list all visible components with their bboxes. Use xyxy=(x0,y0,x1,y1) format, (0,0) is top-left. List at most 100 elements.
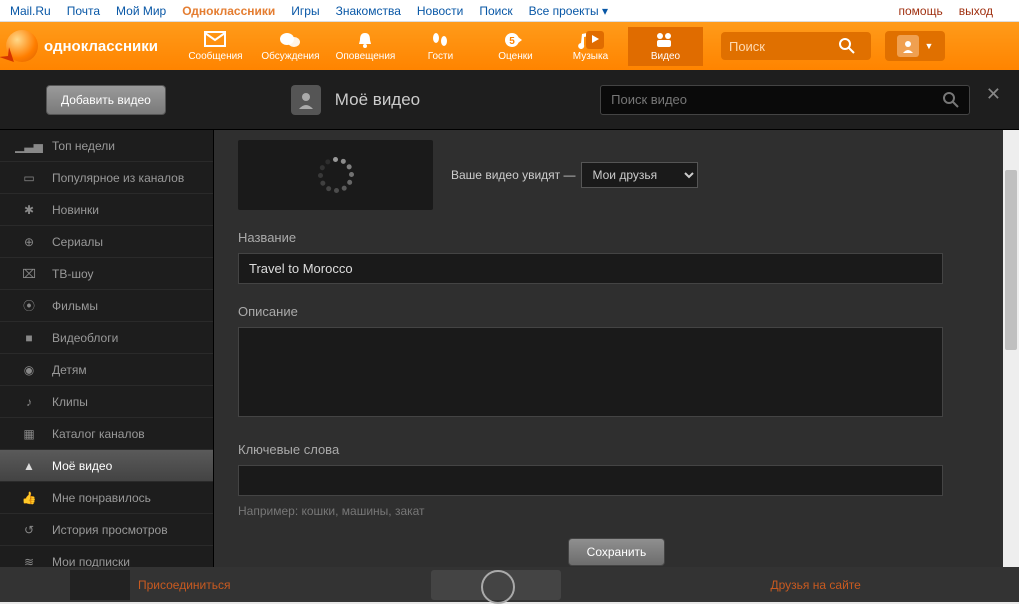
topbar-link-news[interactable]: Новости xyxy=(417,4,463,18)
nav-ratings[interactable]: 5 Оценки xyxy=(478,27,553,66)
nav-label: Оповещения xyxy=(336,51,396,62)
note-icon: ♪ xyxy=(18,395,40,409)
topbar-link-dating[interactable]: Знакомства xyxy=(336,4,401,18)
sidebar-label: Популярное из каналов xyxy=(52,171,184,185)
sidebar-item-history[interactable]: ↺ История просмотров xyxy=(0,514,213,546)
scrollbar[interactable] xyxy=(1003,130,1019,602)
upload-thumbnail xyxy=(238,140,433,210)
topbar-link-mymir[interactable]: Мой Мир xyxy=(116,4,166,18)
topbar-link-ok[interactable]: Одноклассники xyxy=(182,4,275,18)
desc-input[interactable] xyxy=(238,327,943,417)
tags-hint: Например: кошки, машины, закат xyxy=(238,504,995,518)
chart-icon: ▁▃▅ xyxy=(18,139,40,153)
sidebar-item-tvshow[interactable]: ⌧ТВ-шоу xyxy=(0,258,213,290)
main-header: одноклассники Сообщения Обсуждения Опове… xyxy=(0,22,1019,70)
topbar-link-games[interactable]: Игры xyxy=(291,4,319,18)
nav-label: Видео xyxy=(651,51,680,62)
nav-messages[interactable]: Сообщения xyxy=(178,27,253,66)
sidebar-label: Моё видео xyxy=(52,459,112,473)
chevron-down-icon: ▼ xyxy=(925,41,934,51)
tags-input[interactable] xyxy=(238,465,943,496)
person-icon: ▲ xyxy=(18,459,40,473)
join-link[interactable]: Присоединиться xyxy=(138,578,231,592)
sidebar-item-series[interactable]: ⊕Сериалы xyxy=(0,226,213,258)
sidebar-item-movies[interactable]: ⦿Фильмы xyxy=(0,290,213,322)
topbar-link-search[interactable]: Поиск xyxy=(479,4,512,18)
chat-icon xyxy=(279,31,301,49)
header-search[interactable] xyxy=(721,32,871,60)
name-input[interactable] xyxy=(238,253,943,284)
desc-label: Описание xyxy=(238,304,995,319)
grid-icon: ▦ xyxy=(18,427,40,441)
nav-video[interactable]: Видео xyxy=(628,27,703,66)
balloon-icon: ◉ xyxy=(18,363,40,377)
play-icon xyxy=(586,31,604,49)
clock-icon: ↺ xyxy=(18,523,40,537)
video-search-input[interactable] xyxy=(611,92,943,107)
sidebar-label: Сериалы xyxy=(52,235,103,249)
background-content: Присоединиться Друзья на сайте xyxy=(0,567,1019,602)
sidebar-label: Клипы xyxy=(52,395,88,409)
save-button[interactable]: Сохранить xyxy=(568,538,666,566)
sidebar-label: Детям xyxy=(52,363,87,377)
svg-text:5: 5 xyxy=(510,36,516,47)
sidebar-item-catalog[interactable]: ▦ Каталог каналов xyxy=(0,418,213,450)
tags-label: Ключевые слова xyxy=(238,442,995,457)
nav-label: Обсуждения xyxy=(261,51,319,62)
nav-music[interactable]: Музыка xyxy=(553,27,628,66)
video-overlay: Добавить видео Моё видео ✕ ▁▃▅ Топ недели… xyxy=(0,70,1019,602)
close-icon[interactable]: ✕ xyxy=(986,84,1001,105)
video-search[interactable] xyxy=(600,85,970,115)
logo-icon xyxy=(6,30,38,62)
nav-label: Сообщения xyxy=(188,51,242,62)
page-title: Моё видео xyxy=(335,90,420,110)
friends-online: Друзья на сайте xyxy=(771,578,861,592)
sidebar-item-kids[interactable]: ◉ Детям xyxy=(0,354,213,386)
user-menu[interactable]: ▼ xyxy=(885,31,945,61)
sidebar-item-clips[interactable]: ♪ Клипы xyxy=(0,386,213,418)
user-icon xyxy=(291,85,321,115)
topbar-link-mailru[interactable]: Mail.Ru xyxy=(10,4,51,18)
topbar-exit[interactable]: выход xyxy=(959,4,993,18)
footprints-icon xyxy=(429,31,451,49)
visibility-select[interactable]: Мои друзья xyxy=(581,162,698,188)
sidebar-label: История просмотров xyxy=(52,523,168,537)
sidebar-item-top-week[interactable]: ▁▃▅ Топ недели xyxy=(0,130,213,162)
sidebar-label: Топ недели xyxy=(52,139,115,153)
thumb-icon: 👍 xyxy=(18,491,40,505)
loading-spinner-icon xyxy=(318,157,354,193)
sidebar-item-vlogs[interactable]: ■Видеоблоги xyxy=(0,322,213,354)
sidebar-label: Видеоблоги xyxy=(52,331,118,345)
topbar-link-mail[interactable]: Почта xyxy=(67,4,100,18)
mailru-topbar: Mail.Ru Почта Мой Мир Одноклассники Игры… xyxy=(0,0,1019,22)
nav-label: Оценки xyxy=(498,51,532,62)
sidebar-item-liked[interactable]: 👍 Мне понравилось xyxy=(0,482,213,514)
nav-notifications[interactable]: Оповещения xyxy=(328,27,403,66)
sidebar-item-popular[interactable]: ▭ Популярное из каналов xyxy=(0,162,213,194)
film-icon: ▭ xyxy=(18,171,40,185)
sidebar-item-my-video[interactable]: ▲ Моё видео xyxy=(0,450,213,482)
video-sidebar: ▁▃▅ Топ недели ▭ Популярное из каналов ✱Но… xyxy=(0,130,214,602)
topbar-link-projects[interactable]: Все проекты ▾ xyxy=(529,4,608,18)
visibility-label: Ваше видео увидят — xyxy=(451,168,575,182)
video-edit-form: Ваше видео увидят — Мои друзья Название … xyxy=(214,130,1019,602)
rating-icon: 5 xyxy=(504,31,526,49)
sidebar-label: ТВ-шоу xyxy=(52,267,94,281)
nav-discussions[interactable]: Обсуждения xyxy=(253,27,328,66)
sidebar-label: Каталог каналов xyxy=(52,427,145,441)
header-search-input[interactable] xyxy=(729,39,839,54)
sidebar-label: Мне понравилось xyxy=(52,491,151,505)
bg-thumb xyxy=(70,570,130,600)
logo[interactable]: одноклассники xyxy=(6,30,158,62)
envelope-icon xyxy=(204,31,226,49)
name-label: Название xyxy=(238,230,995,245)
sidebar-item-new[interactable]: ✱Новинки xyxy=(0,194,213,226)
bg-video-preview xyxy=(431,570,561,600)
topbar-help[interactable]: помощь xyxy=(898,4,942,18)
add-video-button[interactable]: Добавить видео xyxy=(46,85,166,115)
video-header: Добавить видео Моё видео ✕ xyxy=(0,70,1019,130)
sidebar-label: Новинки xyxy=(52,203,99,217)
nav-guests[interactable]: Гости xyxy=(403,27,478,66)
search-icon xyxy=(943,92,959,108)
logo-text: одноклассники xyxy=(44,38,158,55)
